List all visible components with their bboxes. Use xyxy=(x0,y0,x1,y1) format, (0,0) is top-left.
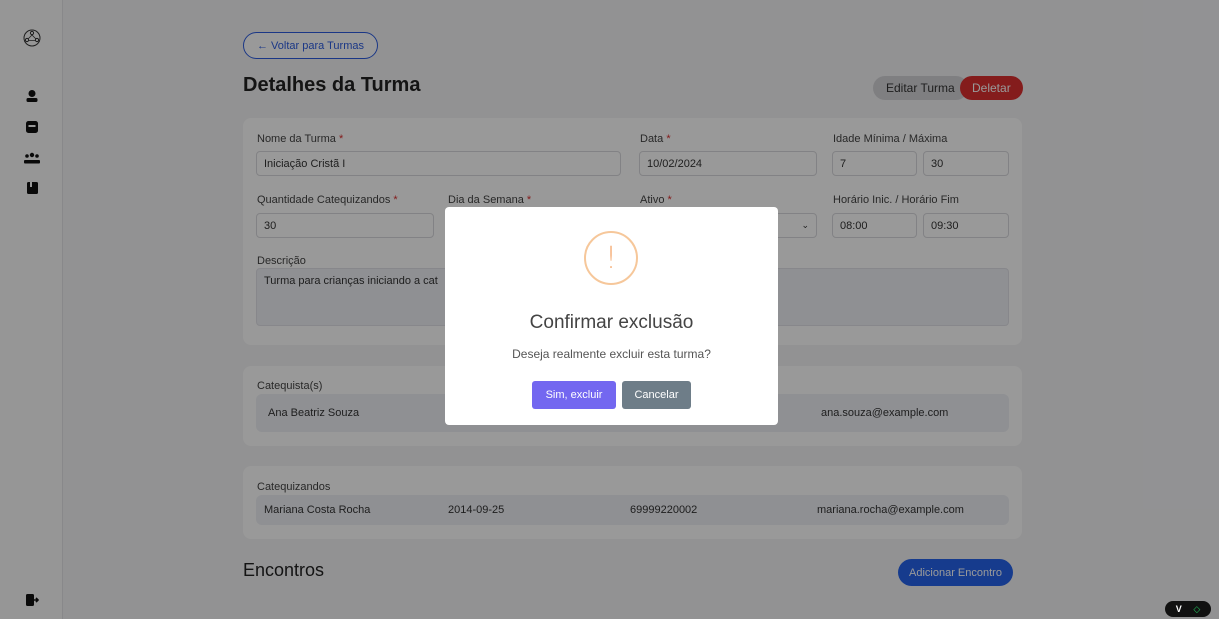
modal-text: Deseja realmente excluir esta turma? xyxy=(512,347,711,361)
warning-icon: ! xyxy=(584,231,638,285)
corner-toolbar-widget[interactable]: V ◇ xyxy=(1165,601,1211,617)
confirm-delete-button[interactable]: Sim, excluir xyxy=(532,381,616,409)
modal-title: Confirmar exclusão xyxy=(529,312,694,333)
cancel-button[interactable]: Cancelar xyxy=(622,381,691,409)
confirm-delete-modal: ! Confirmar exclusão Deseja realmente ex… xyxy=(445,207,778,425)
chevron-v-icon: V xyxy=(1175,604,1182,614)
diamond-icon: ◇ xyxy=(1193,603,1201,614)
